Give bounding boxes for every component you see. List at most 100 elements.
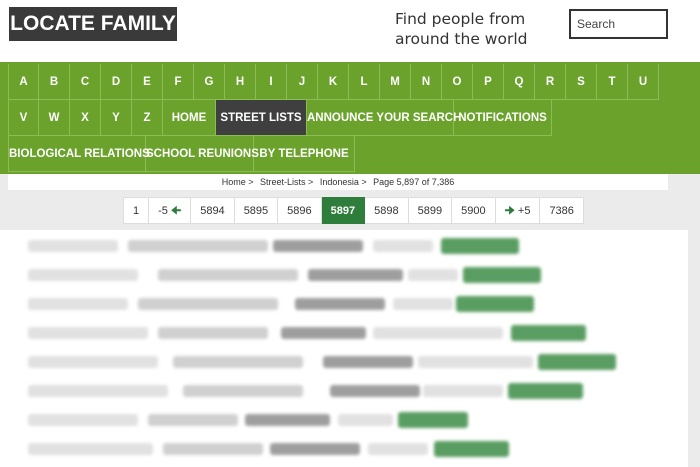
blurred-text xyxy=(148,414,238,426)
nav-announce-search[interactable]: ANNOUNCE YOUR SEARCH xyxy=(307,100,461,136)
view-button-blurred[interactable] xyxy=(456,296,534,312)
blurred-text xyxy=(28,356,158,368)
list-item[interactable] xyxy=(8,437,668,461)
search-input[interactable] xyxy=(569,9,668,39)
nav-letter-row: ABCDEFGHIJKLMNOPQRSTU xyxy=(8,64,659,101)
blurred-text xyxy=(373,240,433,252)
blurred-text xyxy=(138,298,278,310)
nav-home[interactable]: HOME xyxy=(163,100,216,136)
blurred-text xyxy=(270,443,360,455)
pagination: 1 -5 🠈 5894 5895 5896 5897 5898 5899 5900 🠊 +5… xyxy=(123,197,584,224)
nav-letter-x[interactable]: X xyxy=(70,100,101,136)
page-link[interactable]: 5900 xyxy=(452,197,496,224)
page-back-5[interactable]: -5 🠈 xyxy=(149,197,192,224)
nav-notifications[interactable]: NOTIFICATIONS xyxy=(454,100,552,136)
view-button-blurred[interactable] xyxy=(463,267,541,283)
nav-letter-i[interactable]: I xyxy=(256,64,287,100)
arrow-right-icon: 🠊 xyxy=(504,205,515,217)
page-back-label: -5 xyxy=(158,205,168,217)
view-button-blurred[interactable] xyxy=(511,325,586,341)
list-item[interactable] xyxy=(8,263,668,287)
blurred-text xyxy=(368,443,428,455)
page-link[interactable]: 5894 xyxy=(191,197,235,224)
nav-street-lists[interactable]: STREET LISTS xyxy=(216,100,307,136)
blurred-text xyxy=(273,240,363,252)
main-nav: ABCDEFGHIJKLMNOPQRSTU VWXYZ HOME STREET … xyxy=(0,62,700,174)
nav-letter-t[interactable]: T xyxy=(597,64,628,100)
nav-letter-o[interactable]: O xyxy=(442,64,473,100)
view-button-blurred[interactable] xyxy=(441,238,519,254)
blurred-text xyxy=(28,298,128,310)
blurred-text xyxy=(28,414,138,426)
list-item[interactable] xyxy=(8,379,668,403)
list-item[interactable] xyxy=(8,350,668,374)
nav-letter-h[interactable]: H xyxy=(225,64,256,100)
nav-letter-g[interactable]: G xyxy=(194,64,225,100)
list-item[interactable] xyxy=(8,234,668,258)
page-current[interactable]: 5897 xyxy=(321,197,366,224)
blurred-text xyxy=(158,269,298,281)
nav-letter-y[interactable]: Y xyxy=(101,100,132,136)
arrow-left-icon: 🠈 xyxy=(170,205,182,217)
site-header: LOCATE FAMILY Find people from around th… xyxy=(0,0,700,62)
page-link[interactable]: 5895 xyxy=(234,197,279,224)
list-item[interactable] xyxy=(8,321,668,345)
nav-letter-e[interactable]: E xyxy=(132,64,163,100)
page-link[interactable]: 5898 xyxy=(365,197,409,224)
street-list-content xyxy=(0,230,700,467)
nav-letter-v[interactable]: V xyxy=(8,100,39,136)
nav-letter-u[interactable]: U xyxy=(628,64,659,100)
view-button-blurred[interactable] xyxy=(508,383,583,399)
nav-letter-f[interactable]: F xyxy=(163,64,194,100)
view-button-blurred[interactable] xyxy=(538,354,616,370)
page-link[interactable]: 5896 xyxy=(278,197,322,224)
blurred-text xyxy=(418,356,533,368)
nav-letter-p[interactable]: P xyxy=(473,64,504,100)
nav-letter-w[interactable]: W xyxy=(39,100,70,136)
nav-biological-relations[interactable]: BIOLOGICAL RELATIONS xyxy=(8,136,150,172)
nav-letter-d[interactable]: D xyxy=(101,64,132,100)
page-link[interactable]: 5899 xyxy=(408,197,453,224)
breadcrumb-country[interactable]: Indonesia > xyxy=(320,177,367,187)
site-tagline: Find people from around the world xyxy=(395,10,528,48)
blurred-text xyxy=(173,356,303,368)
nav-letter-r[interactable]: R xyxy=(535,64,566,100)
blurred-text xyxy=(28,240,118,252)
nav-letter-c[interactable]: C xyxy=(70,64,101,100)
nav-letter-m[interactable]: M xyxy=(380,64,411,100)
breadcrumb-street-lists[interactable]: Street-Lists > xyxy=(260,177,313,187)
view-button-blurred[interactable] xyxy=(398,412,468,428)
blurred-text xyxy=(408,269,458,281)
blurred-text xyxy=(338,414,393,426)
page-first[interactable]: 1 xyxy=(123,197,150,224)
blurred-text xyxy=(28,269,138,281)
nav-letter-s[interactable]: S xyxy=(566,64,597,100)
blurred-text xyxy=(245,414,330,426)
blurred-text xyxy=(323,356,413,368)
nav-letter-j[interactable]: J xyxy=(287,64,318,100)
blurred-text xyxy=(28,443,153,455)
nav-letter-a[interactable]: A xyxy=(8,64,39,100)
nav-row-3: BIOLOGICAL RELATIONS SCHOOL REUNIONS BY … xyxy=(8,136,355,173)
nav-letter-z[interactable]: Z xyxy=(132,100,163,136)
nav-by-telephone[interactable]: BY TELEPHONE xyxy=(254,136,355,172)
blurred-text xyxy=(28,385,168,397)
page-forward-label: +5 xyxy=(517,205,531,217)
nav-row-2: VWXYZ HOME STREET LISTS ANNOUNCE YOUR SE… xyxy=(8,100,552,137)
breadcrumb-home[interactable]: Home > xyxy=(222,177,254,187)
list-item[interactable] xyxy=(8,292,668,316)
nav-letter-k[interactable]: K xyxy=(318,64,349,100)
blurred-text xyxy=(308,269,403,281)
nav-letter-l[interactable]: L xyxy=(349,64,380,100)
site-logo[interactable]: LOCATE FAMILY xyxy=(9,7,177,41)
nav-letter-q[interactable]: Q xyxy=(504,64,535,100)
list-item[interactable] xyxy=(8,408,668,432)
blurred-text xyxy=(183,385,303,397)
view-button-blurred[interactable] xyxy=(434,441,509,457)
page-forward-5[interactable]: 🠊 +5 xyxy=(495,197,541,224)
nav-school-reunions[interactable]: SCHOOL REUNIONS xyxy=(146,136,259,172)
page-last[interactable]: 7386 xyxy=(540,197,584,224)
breadcrumb: Home > Street-Lists > Indonesia > Page 5… xyxy=(8,174,668,190)
nav-letter-n[interactable]: N xyxy=(411,64,442,100)
nav-letter-b[interactable]: B xyxy=(39,64,70,100)
